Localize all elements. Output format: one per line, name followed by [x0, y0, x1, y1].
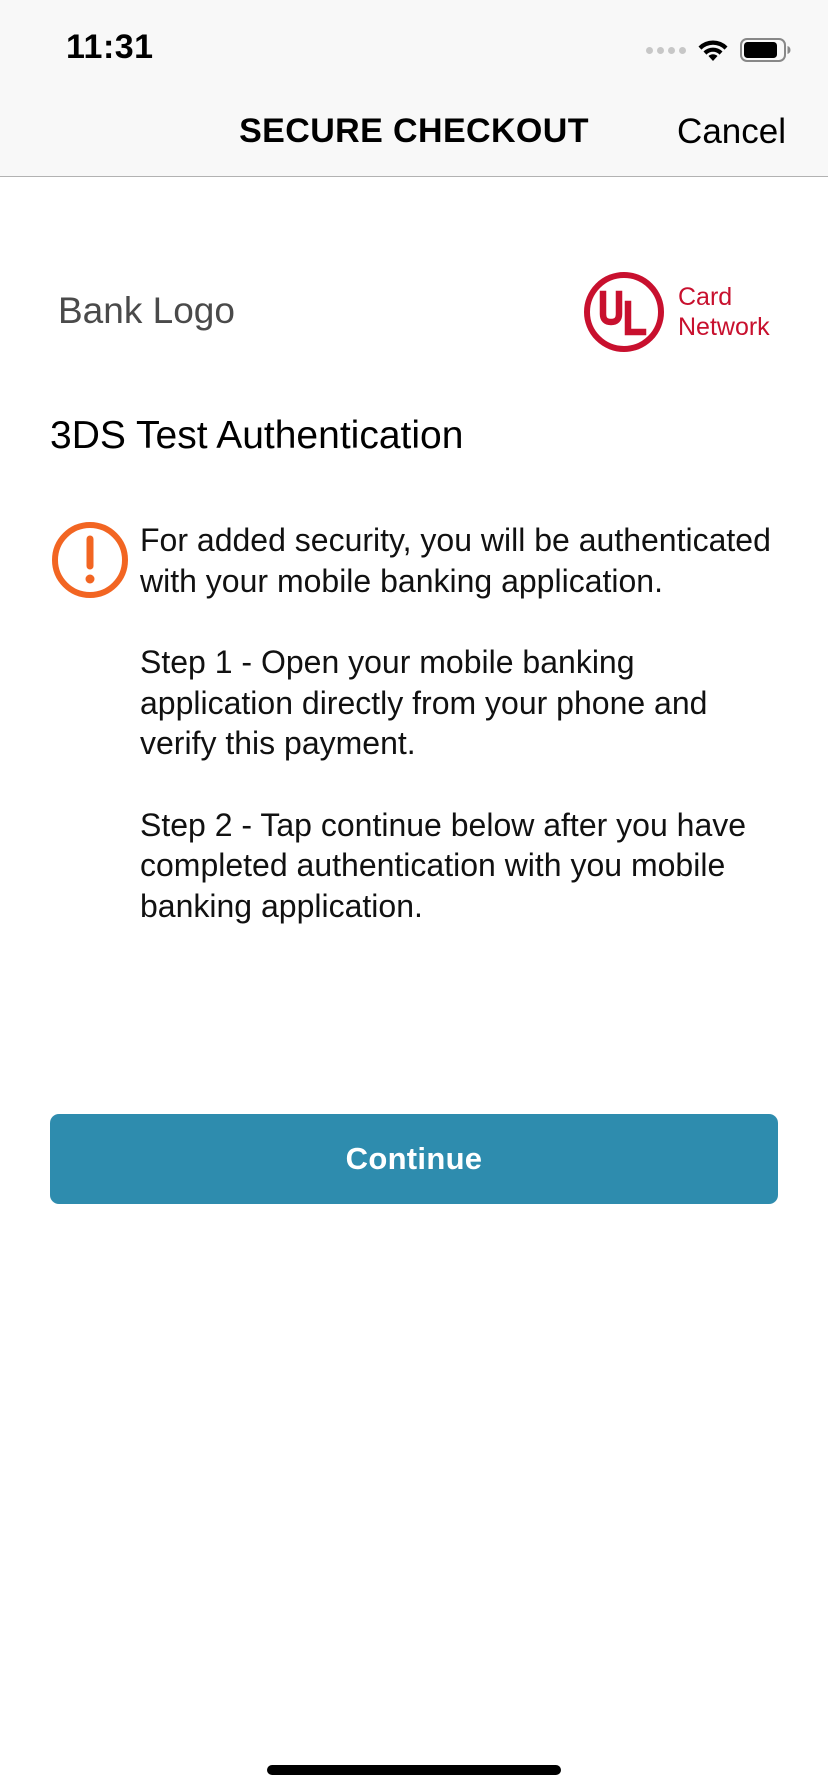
battery-icon — [740, 38, 791, 62]
status-icons — [646, 36, 792, 64]
card-network-logo: Card Network — [582, 270, 770, 354]
continue-button[interactable]: Continue — [50, 1114, 778, 1204]
home-indicator — [267, 1765, 561, 1775]
auth-heading: 3DS Test Authentication — [50, 414, 464, 457]
nav-header: 11:31 SECURE CHECKOUT Cancel — [0, 0, 828, 177]
instructions-text: For added security, you will be authenti… — [140, 520, 790, 967]
exclamation-circle-icon — [52, 522, 128, 598]
cancel-button[interactable]: Cancel — [677, 112, 786, 152]
bank-logo: Bank Logo — [58, 290, 235, 331]
security-notice: For added security, you will be authenti… — [140, 522, 771, 599]
card-network-line2: Network — [678, 313, 770, 341]
card-network-label: Card Network — [678, 282, 770, 342]
step-1-text: Step 1 - Open your mobile banking applic… — [140, 644, 708, 761]
cellular-signal-icon — [646, 46, 686, 54]
card-network-line1: Card — [678, 283, 733, 311]
ul-logo-icon — [584, 272, 664, 352]
wifi-icon — [698, 40, 728, 61]
step-2-text: Step 2 - Tap continue below after you ha… — [140, 806, 747, 924]
status-time: 11:31 — [66, 28, 154, 66]
checkout-screen: 11:31 SECURE CHECKOUT Cancel Bank Logo C… — [0, 0, 828, 1792]
